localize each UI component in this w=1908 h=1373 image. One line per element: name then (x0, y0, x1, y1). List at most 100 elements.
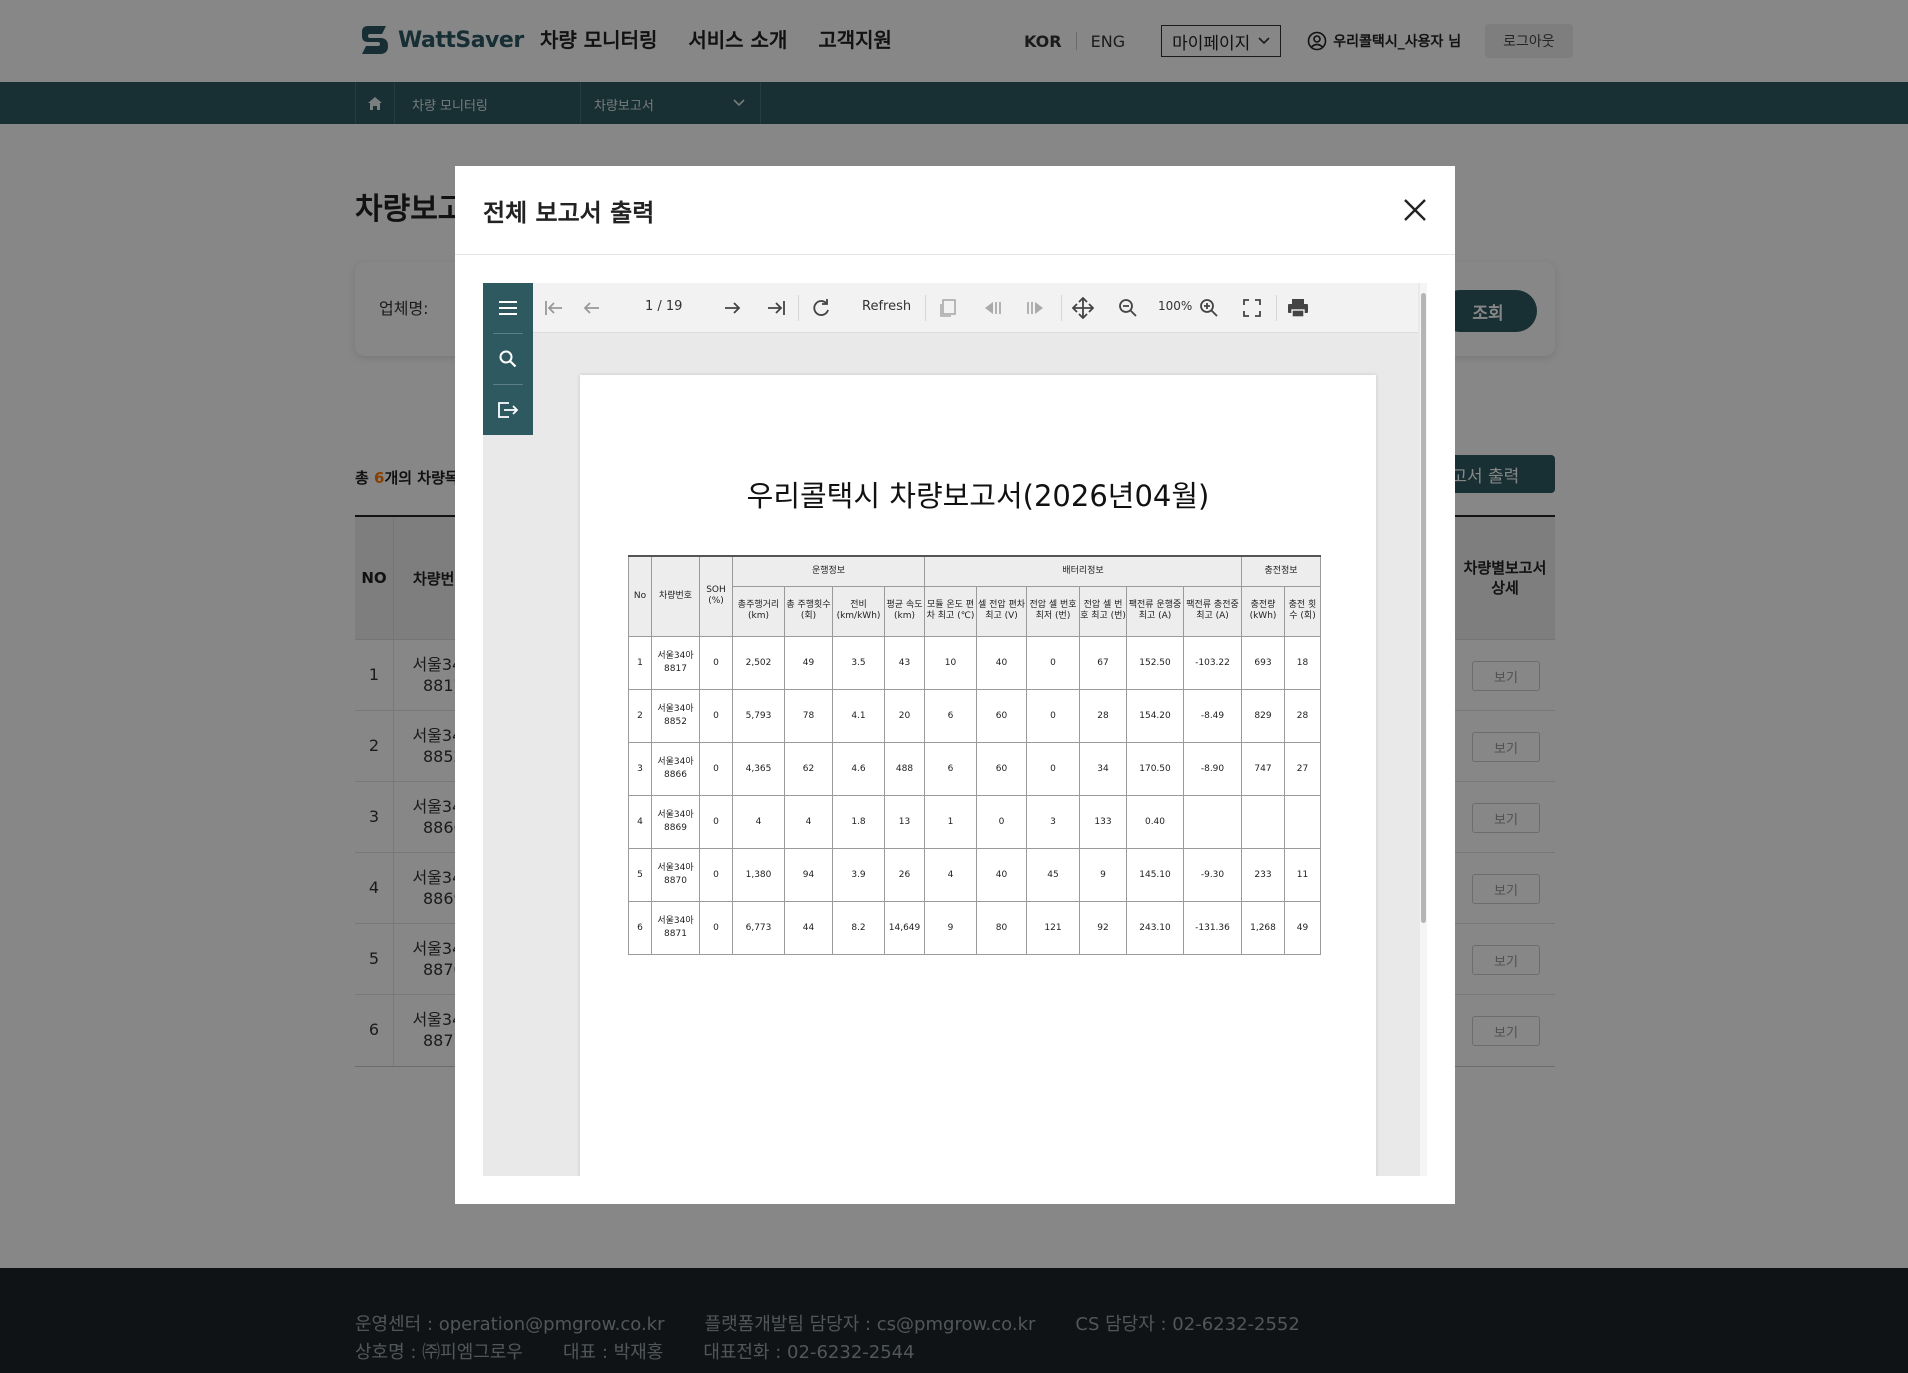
cell-distance: 1,380 (732, 847, 785, 902)
cell-volt-cell-max: 92 (1079, 900, 1127, 955)
viewer-menu-button[interactable] (483, 283, 533, 333)
toolbar-divider (798, 295, 799, 321)
cell-efficiency: 1.8 (832, 794, 885, 849)
cell-volt-cell-min: 0 (1026, 688, 1080, 743)
modal-divider (455, 254, 1455, 255)
cell-peak-drive-current: 145.10 (1126, 847, 1184, 902)
cell-trips: 4 (784, 794, 833, 849)
first-page-button[interactable] (541, 295, 567, 321)
zoom-in-button[interactable] (1196, 295, 1222, 321)
cell-efficiency: 8.2 (832, 900, 885, 955)
report-title: 우리콜택시 차량보고서(2026년04월) (746, 479, 1210, 513)
close-icon[interactable] (1401, 196, 1429, 224)
cell-trips: 44 (784, 900, 833, 955)
prev-section-button[interactable] (979, 295, 1005, 321)
cell-speed: 20 (884, 688, 925, 743)
zoom-level[interactable]: 100% (1158, 299, 1192, 313)
th-efficiency: 전비 (km/kWh) (832, 585, 885, 637)
table-row: 4 서울34아 8869 0 4 4 1.8 13 1 0 3 133 0.40 (628, 794, 1321, 849)
th-volt-cell-min: 전압 셀 번호 최저 (번) (1026, 585, 1080, 637)
cell-peak-drive-current: 170.50 (1126, 741, 1184, 796)
cell-temp-dev: 6 (924, 741, 977, 796)
cell-car: 서울34아 8870 (651, 847, 700, 902)
cell-cell-volt-dev: 80 (976, 900, 1027, 955)
cell-soh: 0 (699, 688, 733, 743)
report-page: 우리콜택시 차량보고서(2026년04월) No 차량번호 SOH (%) 운행… (580, 375, 1376, 1176)
cell-volt-cell-max: 9 (1079, 847, 1127, 902)
refresh-label[interactable]: Refresh (862, 299, 911, 314)
move-icon (1072, 297, 1094, 319)
cell-volt-cell-min: 3 (1026, 794, 1080, 849)
cell-distance: 5,793 (732, 688, 785, 743)
th-temp-dev: 모듈 온도 편차 최고 (℃) (924, 585, 977, 637)
cell-car: 서울34아 8866 (651, 741, 700, 796)
refresh-icon (813, 299, 829, 316)
viewer-scrollbar[interactable] (1420, 283, 1427, 1176)
viewer-export-button[interactable] (483, 385, 533, 435)
cell-speed: 488 (884, 741, 925, 796)
cell-charge-count: 11 (1284, 847, 1321, 902)
th-speed: 평균 속도 (km) (884, 585, 925, 637)
last-page-button[interactable] (763, 295, 789, 321)
cell-temp-dev: 1 (924, 794, 977, 849)
zoom-out-icon (1119, 299, 1137, 317)
cell-temp-dev: 4 (924, 847, 977, 902)
cell-cell-volt-dev: 0 (976, 794, 1027, 849)
first-page-icon (545, 301, 562, 315)
th-peak-drive-current: 팩전류 운행중최고 (A) (1126, 585, 1184, 637)
export-icon (498, 402, 519, 418)
cell-trips: 94 (784, 847, 833, 902)
cell-speed: 43 (884, 635, 925, 690)
cell-distance: 4,365 (732, 741, 785, 796)
fullscreen-button[interactable] (1239, 295, 1265, 321)
copy-icon (940, 299, 956, 317)
scrollbar-thumb[interactable] (1421, 293, 1426, 923)
cell-peak-charge-current: -103.22 (1183, 635, 1242, 690)
copy-page-button[interactable] (935, 295, 961, 321)
cell-speed: 14,649 (884, 900, 925, 955)
zoom-out-button[interactable] (1115, 295, 1141, 321)
cell-temp-dev: 10 (924, 635, 977, 690)
viewer-toolbar: 1 / 19 Refresh 100% (533, 283, 1418, 333)
next-section-button[interactable] (1023, 295, 1049, 321)
th-charge-count: 충전 횟수 (회) (1284, 585, 1321, 637)
th-soh: SOH (%) (699, 555, 733, 637)
cell-volt-cell-max: 28 (1079, 688, 1127, 743)
cell-charge-count: 49 (1284, 900, 1321, 955)
print-modal: 전체 보고서 출력 1 / 19 Refresh 100% 우리콜택시 차량보고… (455, 166, 1455, 1204)
cell-peak-drive-current: 0.40 (1126, 794, 1184, 849)
cell-volt-cell-min: 45 (1026, 847, 1080, 902)
cell-car: 서울34아 8871 (651, 900, 700, 955)
table-row: 3 서울34아 8866 0 4,365 62 4.6 488 6 60 0 34 170.50 -8.9… (628, 741, 1321, 796)
cell-efficiency: 3.5 (832, 635, 885, 690)
page-indicator[interactable]: 1 / 19 (645, 299, 682, 314)
cell-soh: 0 (699, 741, 733, 796)
cell-temp-dev: 6 (924, 688, 977, 743)
th-group-charge: 충전정보 (1241, 555, 1321, 587)
print-button[interactable] (1285, 295, 1311, 321)
refresh-button[interactable] (808, 295, 834, 321)
cell-cell-volt-dev: 40 (976, 847, 1027, 902)
zoom-in-icon (1200, 299, 1218, 317)
cell-soh: 0 (699, 847, 733, 902)
cell-charge-amount: 693 (1241, 635, 1285, 690)
cell-charge-amount (1241, 794, 1285, 849)
pan-button[interactable] (1070, 295, 1096, 321)
cell-efficiency: 4.1 (832, 688, 885, 743)
fullscreen-icon (1243, 299, 1261, 317)
viewer-search-button[interactable] (483, 334, 533, 384)
cell-charge-amount: 829 (1241, 688, 1285, 743)
cell-no: 1 (628, 635, 652, 690)
toolbar-divider (925, 295, 926, 321)
cell-no: 4 (628, 794, 652, 849)
prev-page-button[interactable] (578, 295, 604, 321)
cell-distance: 4 (732, 794, 785, 849)
cell-charge-count (1284, 794, 1321, 849)
next-page-button[interactable] (720, 295, 746, 321)
table-row: 5 서울34아 8870 0 1,380 94 3.9 26 4 40 45 9 145.10 -9.30… (628, 847, 1321, 902)
toolbar-divider (1276, 295, 1277, 321)
cell-efficiency: 3.9 (832, 847, 885, 902)
cell-charge-count: 28 (1284, 688, 1321, 743)
cell-no: 6 (628, 900, 652, 955)
cell-charge-count: 27 (1284, 741, 1321, 796)
